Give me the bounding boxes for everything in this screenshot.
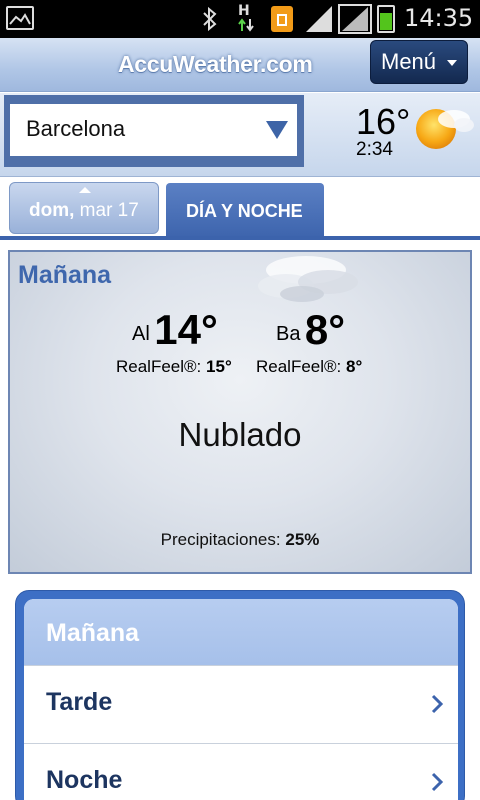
accuweather-logo: AccuWeather.com — [118, 51, 313, 77]
local-time: 2:34 — [356, 139, 393, 160]
period-list-header-label: Mañana — [46, 619, 140, 647]
realfeel-low-value: 8° — [346, 357, 363, 376]
realfeel-high-value: 15° — [206, 357, 232, 376]
period-list: Mañana Tarde Noche — [15, 590, 465, 800]
precip-value: 25% — [285, 530, 320, 549]
high-temp-block: Al 14° — [132, 306, 218, 354]
tab-date[interactable]: dom, mar 17 — [9, 182, 159, 234]
signal-icon — [304, 6, 334, 32]
low-temp: 8° — [304, 306, 346, 353]
signal-icon-2 — [338, 4, 372, 34]
precip-label: Precipitaciones: — [160, 530, 281, 549]
app-header: AccuWeather.com Menú — [0, 38, 480, 92]
period-row-label: Tarde — [46, 688, 113, 716]
precipitation: Precipitaciones: 25% — [10, 530, 470, 550]
status-bar: H 14:35 — [0, 0, 480, 38]
gallery-icon — [6, 6, 34, 30]
tab-date-day: dom, — [29, 200, 75, 221]
dropdown-arrow-icon — [266, 121, 288, 139]
high-temp: 14° — [154, 306, 218, 353]
realfeel-high: RealFeel®: 15° — [116, 357, 232, 377]
realfeel-label: RealFeel®: — [256, 357, 342, 376]
menu-button[interactable]: Menú — [370, 40, 468, 84]
period-row-tarde[interactable]: Tarde — [24, 665, 458, 743]
bluetooth-icon — [200, 6, 220, 32]
clock: 14:35 — [404, 4, 474, 32]
low-prefix: Ba — [276, 323, 301, 345]
menu-button-label: Menú — [381, 49, 437, 74]
tab-day-night-label: DÍA Y NOCHE — [186, 201, 303, 221]
partly-sunny-icon — [408, 99, 474, 155]
location-name: Barcelona — [26, 116, 126, 141]
period-row-noche[interactable]: Noche — [24, 743, 458, 800]
period-list-header: Mañana — [24, 599, 458, 665]
realfeel-low: RealFeel®: 8° — [256, 357, 362, 377]
high-prefix: Al — [132, 323, 150, 345]
period-title: Mañana — [18, 261, 112, 289]
location-select[interactable]: Barcelona — [9, 103, 298, 157]
cloud-icon — [246, 252, 376, 306]
sim-card-icon — [271, 6, 293, 32]
caret-up-icon — [79, 187, 91, 193]
tab-underline — [0, 236, 480, 240]
tab-day-night[interactable]: DÍA Y NOCHE — [166, 183, 324, 240]
weather-condition: Nublado — [178, 416, 302, 453]
chevron-right-icon — [431, 694, 444, 714]
tab-bar: dom, mar 17 DÍA Y NOCHE — [0, 178, 480, 240]
battery-icon — [377, 5, 395, 33]
tab-date-rest: mar 17 — [74, 200, 139, 221]
chevron-down-icon — [447, 60, 457, 66]
chevron-right-icon — [431, 772, 444, 792]
current-temperature: 16° — [356, 101, 411, 142]
location-bar: Barcelona 16° 2:34 — [0, 93, 480, 177]
realfeel-label: RealFeel®: — [116, 357, 202, 376]
data-transfer-icon: H — [238, 4, 262, 33]
low-temp-block: Ba 8° — [276, 306, 345, 354]
forecast-panel: Mañana Al 14° Ba 8° RealFeel®: 15° RealF… — [8, 250, 472, 574]
period-row-label: Noche — [46, 766, 123, 794]
